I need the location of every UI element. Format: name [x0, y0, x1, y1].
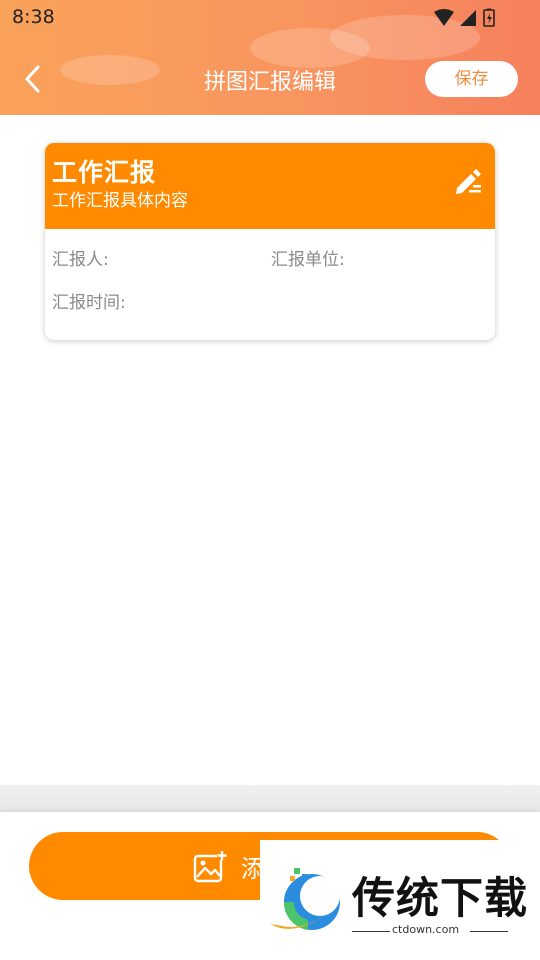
report-card[interactable]: 工作汇报 工作汇报具体内容 汇报人: 汇报单位: 汇报时间:	[45, 143, 495, 340]
reporter-label: 汇报人:	[52, 250, 109, 270]
report-card-header: 工作汇报 工作汇报具体内容	[45, 143, 495, 229]
watermark: 传统下载 ctdown.com	[260, 840, 540, 960]
wifi-icon	[434, 9, 454, 26]
edit-button[interactable]	[453, 166, 483, 196]
status-bar-time: 8:38	[12, 6, 55, 28]
watermark-url: ctdown.com	[392, 923, 460, 936]
signal-icon	[460, 10, 476, 26]
pencil-icon	[456, 169, 481, 194]
bottom-divider	[0, 785, 540, 815]
app-header: 8:38 拼图汇报编辑 保存	[0, 0, 540, 115]
report-time-label: 汇报时间:	[52, 293, 126, 313]
report-card-subtitle: 工作汇报具体内容	[52, 191, 188, 211]
add-image-icon	[193, 850, 227, 883]
save-button[interactable]: 保存	[425, 61, 518, 97]
status-bar-icons	[432, 8, 502, 32]
watermark-rule	[352, 931, 390, 932]
brand-logo-icon	[270, 868, 340, 930]
watermark-rule	[470, 931, 508, 932]
watermark-brand: 传统下载	[352, 874, 528, 924]
report-card-title: 工作汇报	[52, 158, 157, 187]
unit-label: 汇报单位:	[271, 250, 345, 270]
